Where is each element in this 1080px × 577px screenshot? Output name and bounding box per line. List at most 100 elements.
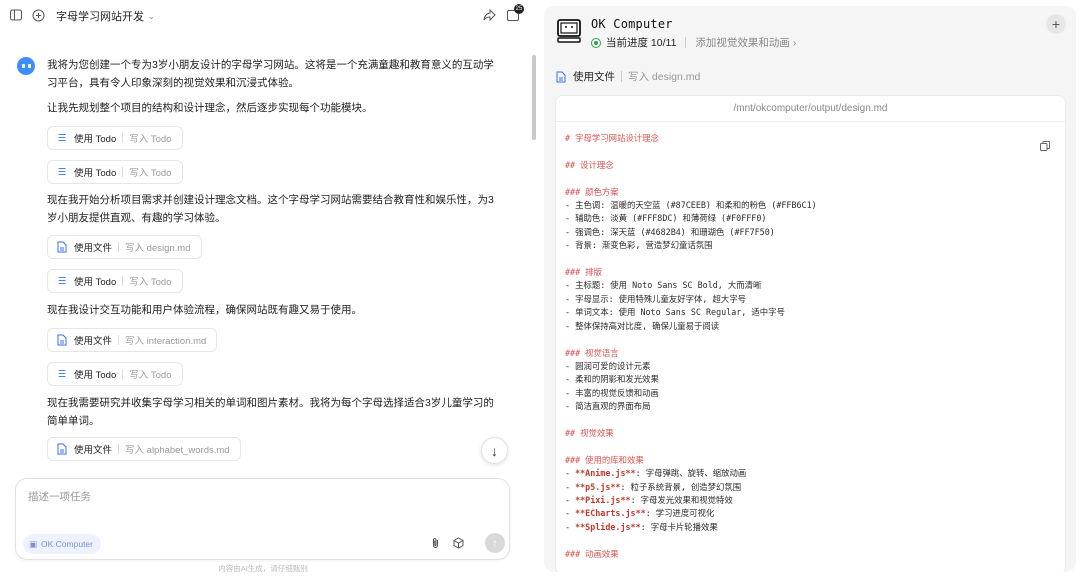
progress-status-icon <box>591 37 601 48</box>
computer-icon: ▣ <box>29 538 38 549</box>
tool-detail: 写入 alphabet_words.md <box>125 445 230 456</box>
assistant-avatar <box>17 57 35 75</box>
tool-name: 使用文件 <box>74 243 113 254</box>
scroll-to-bottom-button[interactable]: ↓ <box>481 437 508 464</box>
tool-call-todo[interactable]: ☰ 使用 Todo 写入 Todo <box>47 160 183 184</box>
code-line: - 丰富的视觉反馈和动画 <box>565 387 659 398</box>
tool-name: 使用 Todo <box>74 277 117 288</box>
file-viewer: /mnt/okcomputer/output/design.md # 字母学习网… <box>555 95 1066 572</box>
task-input-box[interactable]: 描述一项任务 ▣ OK Computer ↑ <box>15 478 510 560</box>
code-line: - 强调色: 深天蓝 (#4682B4) 和珊瑚色 (#FF7F50) <box>565 226 775 237</box>
file-icon <box>56 241 68 253</box>
list-icon: ☰ <box>57 166 67 178</box>
progress-label: 当前进度 10/11 <box>606 37 677 49</box>
next-step-link[interactable]: 添加视觉效果和动画 › <box>695 35 796 50</box>
copy-icon[interactable] <box>1040 138 1050 151</box>
tool-name: 使用 Todo <box>74 168 117 179</box>
code-line: ### 排版 <box>565 267 602 278</box>
notification-badge: 25 <box>514 4 524 14</box>
tool-detail: 写入 interaction.md <box>125 336 207 347</box>
file-path: /mnt/okcomputer/output/design.md <box>556 96 1065 122</box>
file-icon <box>56 443 68 455</box>
message-text: 让我先规划整个项目的结构和设计理念，然后逐步实现每个功能模块。 <box>47 102 373 114</box>
code-line: - 主色调: 温暖的天空蓝 (#87CEEB) 和柔和的粉色 (#FFB6C1) <box>565 200 817 211</box>
code-line: - 简洁直观的界面布局 <box>565 401 651 412</box>
code-line: - **ECharts.js**: 学习进度可视化 <box>565 508 715 519</box>
tool-name: 使用 Todo <box>74 134 117 145</box>
agent-chip-label: OK Computer <box>41 539 93 549</box>
tool-detail: 写入 Todo <box>129 134 172 145</box>
sidebar-toggle-icon[interactable] <box>9 8 23 22</box>
computer-panel: OK Computer 当前进度 10/11 添加视觉效果和动画 › + 使用文… <box>544 6 1076 572</box>
code-line: - 整体保持高对比度, 确保儿童易于阅读 <box>565 320 720 331</box>
current-tool-detail: 写入 design.md <box>628 71 701 83</box>
message-text: 现在我需要研究并收集字母学习相关的单词和图片素材。我将为每个字母选择适合3岁儿童… <box>47 397 494 427</box>
tool-call-file[interactable]: 使用文件 写入 alphabet_words.md <box>47 437 241 461</box>
code-line: - 主标题: 使用 Noto Sans SC Bold, 大而清晰 <box>565 280 762 291</box>
current-tool-name: 使用文件 <box>573 71 615 83</box>
code-line: - **Anime.js**: 字母弹跳、旋转、缩放动画 <box>565 468 747 479</box>
task-input-placeholder: 描述一项任务 <box>28 491 91 503</box>
send-button[interactable]: ↑ <box>485 533 505 553</box>
project-title-dropdown[interactable]: 字母学习网站开发 ⌄ <box>56 8 155 24</box>
tool-call-file[interactable]: 使用文件 写入 design.md <box>47 235 202 259</box>
chat-pane: 字母学习网站开发 ⌄ 25 我将为您创建一个专为3岁小朋友设计的字母学习网站。这… <box>0 0 540 577</box>
tool-call-todo[interactable]: ☰ 使用 Todo 写入 Todo <box>47 269 183 293</box>
add-button[interactable]: + <box>1046 14 1066 34</box>
tool-detail: 写入 Todo <box>129 168 172 179</box>
list-icon: ☰ <box>57 368 67 380</box>
code-line: ### 动画效果 <box>565 548 619 559</box>
chevron-down-icon: ⌄ <box>148 11 155 21</box>
project-title: 字母学习网站开发 <box>56 11 144 23</box>
agent-chip[interactable]: ▣ OK Computer <box>23 534 101 554</box>
tool-name: 使用文件 <box>74 336 113 347</box>
message-text: 我将为您创建一个专为3岁小朋友设计的字母学习网站。这将是一个充满童趣和教育意义的… <box>47 59 494 89</box>
code-line: ### 使用的库和效果 <box>565 454 644 465</box>
code-line: - **p5.js**: 粒子系统背景, 创造梦幻氛围 <box>565 481 742 492</box>
ai-disclaimer: 内容由AI生成，请仔细甄别 <box>218 564 308 573</box>
computer-title: OK Computer <box>591 17 673 31</box>
message-text: 现在我设计交互功能和用户体验流程，确保网站既有趣又易于使用。 <box>47 304 362 316</box>
code-line: - 字母显示: 使用特殊儿童友好字体, 超大字号 <box>565 293 747 304</box>
code-line: - **Pixi.js**: 字母发光效果和视觉特效 <box>565 494 733 505</box>
app-root: 字母学习网站开发 ⌄ 25 我将为您创建一个专为3岁小朋友设计的字母学习网站。这… <box>0 0 1080 577</box>
code-line: ### 颜色方案 <box>565 186 619 197</box>
share-icon[interactable] <box>482 8 496 22</box>
code-line: - 单词文本: 使用 Noto Sans SC Regular, 适中字号 <box>565 307 785 318</box>
code-line: - 柔和的阴影和发光效果 <box>565 374 659 385</box>
tool-detail: 写入 design.md <box>125 243 191 254</box>
code-line: - 辅助色: 淡黄 (#FFF8DC) 和薄荷绿 (#F0FFF0) <box>565 213 767 224</box>
tool-name: 使用文件 <box>74 445 113 456</box>
message-text: 现在我开始分析项目需求并创建设计理念文档。这个字母学习网站需要结合教育性和娱乐性… <box>47 194 494 224</box>
code-line: # 字母学习网站设计理念 <box>565 133 659 143</box>
file-content: # 字母学习网站设计理念 ## 设计理念 ### 颜色方案 - 主色调: 温暖的天… <box>565 132 1035 561</box>
tool-call-todo[interactable]: ☰ 使用 Todo 写入 Todo <box>47 126 183 150</box>
tool-call-todo[interactable]: ☰ 使用 Todo 写入 Todo <box>47 362 183 386</box>
code-line: ### 视觉语言 <box>565 347 619 358</box>
new-chat-icon[interactable] <box>31 8 45 22</box>
list-icon: ☰ <box>57 275 67 287</box>
code-line: - 背景: 渐变色彩, 营造梦幻童话氛围 <box>565 240 713 251</box>
file-icon <box>56 334 68 346</box>
list-icon: ☰ <box>57 132 67 144</box>
progress-row: 当前进度 10/11 添加视觉效果和动画 › <box>591 35 796 50</box>
top-bar: 字母学习网站开发 ⌄ 25 <box>0 0 540 30</box>
code-line: ## 视觉效果 <box>565 427 614 438</box>
chat-scrollbar[interactable] <box>532 55 536 140</box>
file-icon <box>556 71 566 83</box>
tool-call-file[interactable]: 使用文件 写入 interaction.md <box>47 328 218 352</box>
computer-icon <box>556 18 582 44</box>
tool-detail: 写入 Todo <box>129 277 172 288</box>
attach-icon[interactable] <box>431 537 440 552</box>
tool-name: 使用 Todo <box>74 370 117 381</box>
code-line: ## 设计理念 <box>565 159 614 170</box>
code-line: - **Splide.js**: 字母卡片轮播效果 <box>565 521 718 532</box>
cube-icon[interactable] <box>453 537 464 552</box>
